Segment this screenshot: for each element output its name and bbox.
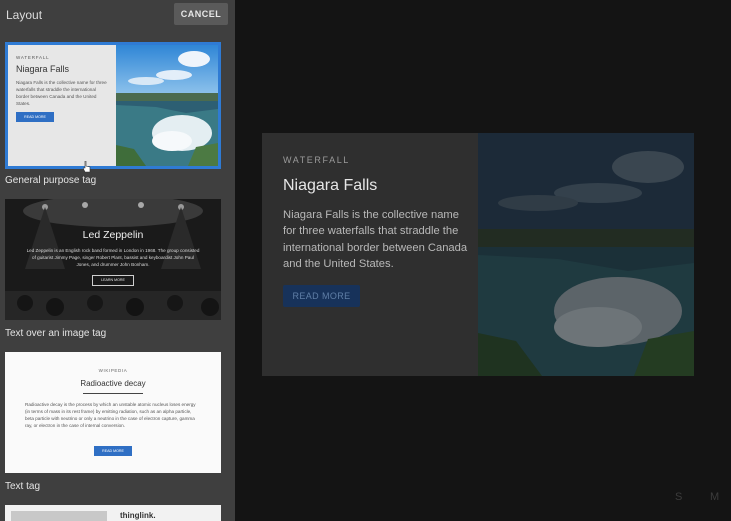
layout-option-text-over-image[interactable]: Led Zeppelin Led Zeppelin is an English … — [5, 199, 221, 320]
card-eyebrow: WATERFALL — [16, 55, 50, 60]
cancel-button[interactable]: CANCEL — [174, 3, 228, 25]
niagara-falls-image — [478, 133, 694, 376]
layout-option-general-purpose[interactable]: WATERFALL Niagara Falls Niagara Falls is… — [5, 42, 221, 169]
card-thumbnail — [11, 511, 107, 521]
card-eyebrow: WIKIPEDIA — [98, 368, 128, 373]
thinglink-logo: thinglink. — [120, 511, 156, 520]
layout-option-label: Text over an image tag — [5, 328, 107, 339]
card-description: Radioactive decay is the process by whic… — [25, 402, 196, 429]
sidebar-header: Layout CANCEL — [0, 0, 235, 30]
title-divider — [83, 393, 143, 394]
card-learn-more-button: LEARN MORE — [92, 274, 134, 286]
card-title: Radioactive decay — [80, 379, 146, 388]
preview-description: Niagara Falls is the collective name for… — [283, 209, 468, 270]
layout-option-brand[interactable]: thinglink. — [5, 505, 221, 521]
layout-editor: Layout CANCEL WATERFALL Niagara Falls Ni… — [0, 0, 731, 521]
card-description: Led Zeppelin is an English rock band for… — [26, 248, 200, 268]
preview-eyebrow: WATERFALL — [283, 155, 350, 165]
tag-preview-area: WATERFALL Niagara Falls Niagara Falls is… — [235, 0, 731, 521]
size-option-small[interactable]: S — [675, 491, 682, 503]
size-option-medium[interactable]: M — [710, 491, 719, 503]
sidebar-title: Layout — [6, 8, 43, 22]
card-title: Niagara Falls — [16, 64, 70, 74]
card-read-more-button: READ MORE — [94, 446, 132, 456]
card-overlay-text: Led Zeppelin Led Zeppelin is an English … — [5, 229, 221, 286]
layout-option-label: General purpose tag — [5, 175, 97, 186]
preview-read-more-button[interactable]: READ MORE — [283, 285, 360, 308]
mouse-pointer-icon — [83, 161, 91, 173]
preview-text-panel: WATERFALL Niagara Falls Niagara Falls is… — [262, 133, 478, 376]
preview-tag-card: WATERFALL Niagara Falls Niagara Falls is… — [262, 133, 694, 376]
card-read-more-button: READ MORE — [16, 112, 54, 122]
preview-title: Niagara Falls — [283, 177, 378, 194]
card-description: Niagara Falls is the collective name for… — [16, 80, 107, 106]
card-text-panel: WATERFALL Niagara Falls Niagara Falls is… — [8, 45, 116, 166]
layout-option-label: Text tag — [5, 481, 41, 492]
layout-sidebar: Layout CANCEL WATERFALL Niagara Falls Ni… — [0, 0, 235, 521]
card-title: Led Zeppelin — [82, 229, 144, 241]
size-selector: S M L — [670, 491, 731, 507]
layout-option-text[interactable]: WIKIPEDIA Radioactive decay Radioactive … — [5, 352, 221, 473]
niagara-falls-image — [116, 45, 218, 166]
